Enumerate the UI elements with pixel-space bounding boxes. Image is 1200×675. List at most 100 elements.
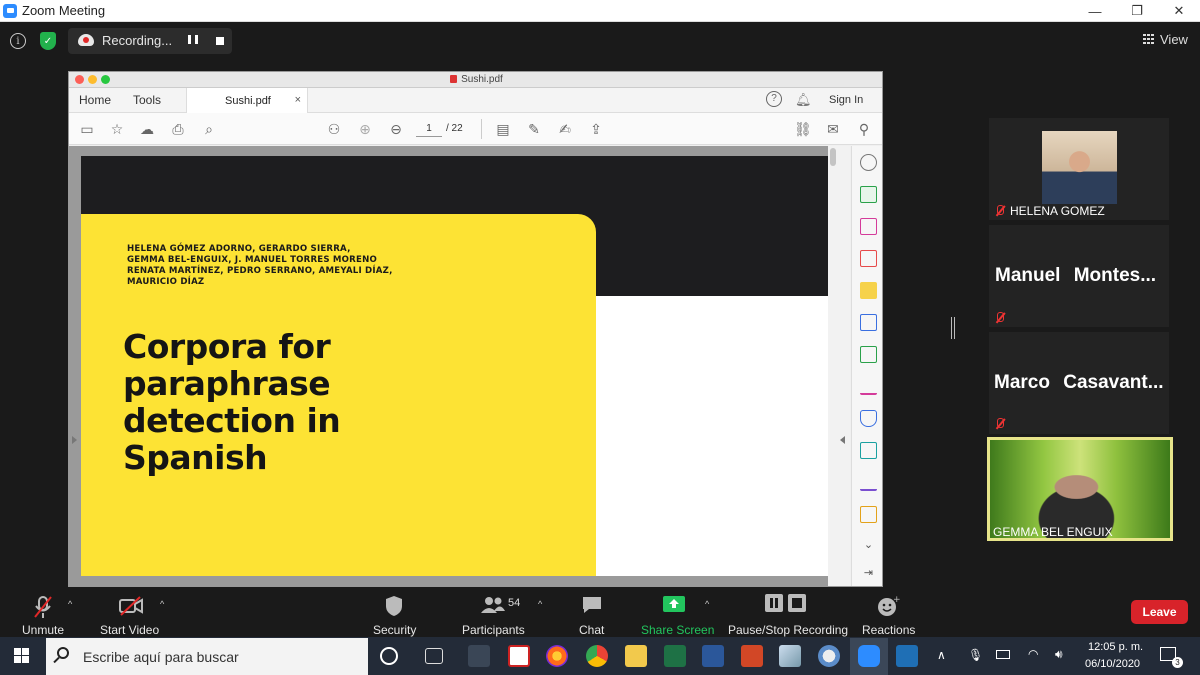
bell-icon[interactable]: 🔔︎ [795, 92, 812, 108]
stop-recording-icon[interactable] [216, 37, 224, 45]
share-tool-icon[interactable]: ⇪ [588, 121, 604, 137]
zoom-search-icon[interactable]: ⌕ [201, 121, 217, 137]
view-button[interactable]: View [1143, 30, 1188, 48]
wifi-icon[interactable]: ◠ [1028, 647, 1038, 661]
add-user-icon[interactable]: ⚲ [856, 121, 872, 137]
scrollbar-thumb[interactable] [830, 148, 836, 166]
more-tools-chevron-icon[interactable]: ⌄ [860, 538, 877, 555]
panel-resize-handle[interactable] [951, 317, 955, 339]
active-speaker-tile[interactable]: GEMMA BEL ENGUIX [987, 437, 1173, 541]
tools-menu[interactable]: Tools [133, 93, 161, 107]
taskbar-app-icon[interactable] [468, 645, 490, 667]
zoom-taskbar-icon[interactable] [858, 645, 880, 667]
enhance-scan-icon[interactable] [860, 154, 877, 171]
security-shield-icon[interactable] [384, 595, 404, 617]
acrobat-toolbar: ▭ ☆ ☁ ⎙ ⌕ ⚇ ⊕ ⊖ 1 / 22 ▤ ✎ ✍ ⇪ ⛓ ✉ ⚲ [69, 113, 882, 145]
audio-options-caret-icon[interactable]: ^ [68, 599, 72, 609]
task-view-icon[interactable] [425, 648, 443, 664]
organize-pages-icon[interactable] [860, 218, 877, 235]
participants-icon[interactable] [480, 595, 506, 615]
taskbar-clock-date[interactable]: 06/10/2020 [1085, 658, 1140, 670]
windows-start-icon[interactable] [14, 648, 30, 664]
unmute-label[interactable]: Unmute [22, 623, 64, 637]
powerpoint-icon[interactable] [741, 645, 763, 667]
video-off-icon[interactable] [118, 595, 144, 617]
vertical-scrollbar[interactable] [828, 146, 850, 586]
word-icon[interactable] [702, 645, 724, 667]
chat-bubble-icon[interactable] [581, 595, 603, 615]
taskbar-clock-time[interactable]: 12:05 p. m. [1088, 641, 1143, 653]
leave-meeting-button[interactable]: Leave [1131, 600, 1188, 624]
meeting-info-icon[interactable]: i [10, 33, 26, 49]
page-number-input[interactable]: 1 [416, 121, 442, 137]
home-menu[interactable]: Home [79, 93, 111, 107]
battery-icon[interactable] [996, 650, 1010, 659]
page-up-icon[interactable]: ⊕ [357, 121, 373, 137]
sign-in-link[interactable]: Sign In [829, 94, 863, 106]
right-panel-toggle-icon[interactable] [840, 436, 845, 444]
reactions-label[interactable]: Reactions [862, 623, 915, 637]
firefox-icon[interactable] [546, 645, 568, 667]
video-options-caret-icon[interactable]: ^ [160, 599, 164, 609]
recording-indicator: Recording... [68, 28, 232, 54]
compress-icon[interactable] [860, 346, 877, 363]
document-viewport[interactable]: HELENA GÓMEZ ADORNO, GERARDO SIERRA, GEM… [69, 146, 850, 586]
send-review-icon[interactable] [860, 442, 877, 459]
tab-close-icon[interactable]: × [295, 94, 301, 106]
participants-caret-icon[interactable]: ^ [538, 599, 542, 609]
edit-pdf-icon[interactable] [860, 474, 877, 491]
file-explorer-icon[interactable] [625, 645, 647, 667]
excel-icon[interactable] [664, 645, 686, 667]
start-video-label[interactable]: Start Video [100, 623, 159, 637]
export-pdf-icon[interactable] [860, 186, 877, 203]
find-binoculars-icon[interactable]: ⚇ [326, 121, 342, 137]
stamp-icon[interactable] [860, 506, 877, 523]
share-screen-icon[interactable] [663, 595, 685, 613]
chrome-icon[interactable] [586, 645, 608, 667]
pause-stop-label[interactable]: Pause/Stop Recording [728, 623, 848, 637]
comment-icon[interactable]: ▤ [495, 121, 511, 137]
participants-label[interactable]: Participants [462, 623, 525, 637]
collapse-pane-icon[interactable]: ⇥ [860, 566, 877, 583]
maximize-button[interactable]: ❐ [1116, 0, 1158, 22]
participant-name: Marco Casavant... [994, 372, 1164, 393]
taskbar-app-icon[interactable] [896, 645, 918, 667]
taskbar-app-icon[interactable] [818, 645, 840, 667]
create-pdf-icon[interactable] [860, 250, 877, 267]
fill-sign-icon[interactable] [860, 378, 877, 395]
chat-label[interactable]: Chat [579, 623, 604, 637]
document-tab[interactable]: Sushi.pdf × [186, 88, 308, 113]
link-icon[interactable]: ⛓ [794, 121, 812, 137]
close-button[interactable]: ✕ [1158, 0, 1200, 22]
volume-icon[interactable]: 🔊︎ [1055, 647, 1063, 662]
upload-cloud-icon[interactable]: ☁ [139, 121, 155, 137]
highlight-pen-icon[interactable]: ✎ [526, 121, 542, 137]
comment-tool-icon[interactable] [860, 282, 877, 299]
taskbar-search-box[interactable]: Escribe aquí para buscar [46, 638, 368, 675]
cortana-icon[interactable] [380, 647, 398, 665]
sign-pen-icon[interactable]: ✍ [557, 121, 573, 137]
acrobat-taskbar-icon[interactable] [508, 645, 530, 667]
tray-microphone-icon[interactable]: 🎙︎ [968, 648, 983, 662]
save-icon[interactable]: ▭ [79, 121, 95, 137]
combine-files-icon[interactable] [860, 314, 877, 331]
reactions-emoji-icon[interactable]: + [876, 595, 900, 617]
tray-overflow-chevron-icon[interactable]: ∧ [937, 648, 946, 662]
page-down-icon[interactable]: ⊖ [388, 121, 404, 137]
share-screen-label[interactable]: Share Screen [641, 623, 714, 637]
muted-microphone-icon[interactable] [32, 595, 54, 619]
bookmark-star-icon[interactable]: ☆ [109, 121, 125, 137]
encryption-shield-icon[interactable]: ✓ [40, 32, 56, 50]
print-icon[interactable]: ⎙ [170, 121, 186, 137]
share-options-caret-icon[interactable]: ^ [705, 599, 709, 609]
pause-stop-recording-icon[interactable] [764, 593, 808, 613]
help-icon[interactable]: ? [766, 91, 782, 107]
security-label[interactable]: Security [373, 623, 416, 637]
left-panel-toggle-icon[interactable] [72, 436, 77, 444]
pause-recording-icon[interactable] [188, 35, 198, 47]
protect-icon[interactable] [860, 410, 877, 427]
email-icon[interactable]: ✉ [825, 121, 841, 137]
taskbar-app-icon[interactable] [779, 645, 801, 667]
document-title: Corpora for paraphrase detection in Span… [123, 328, 423, 476]
minimize-button[interactable]: — [1074, 0, 1116, 22]
